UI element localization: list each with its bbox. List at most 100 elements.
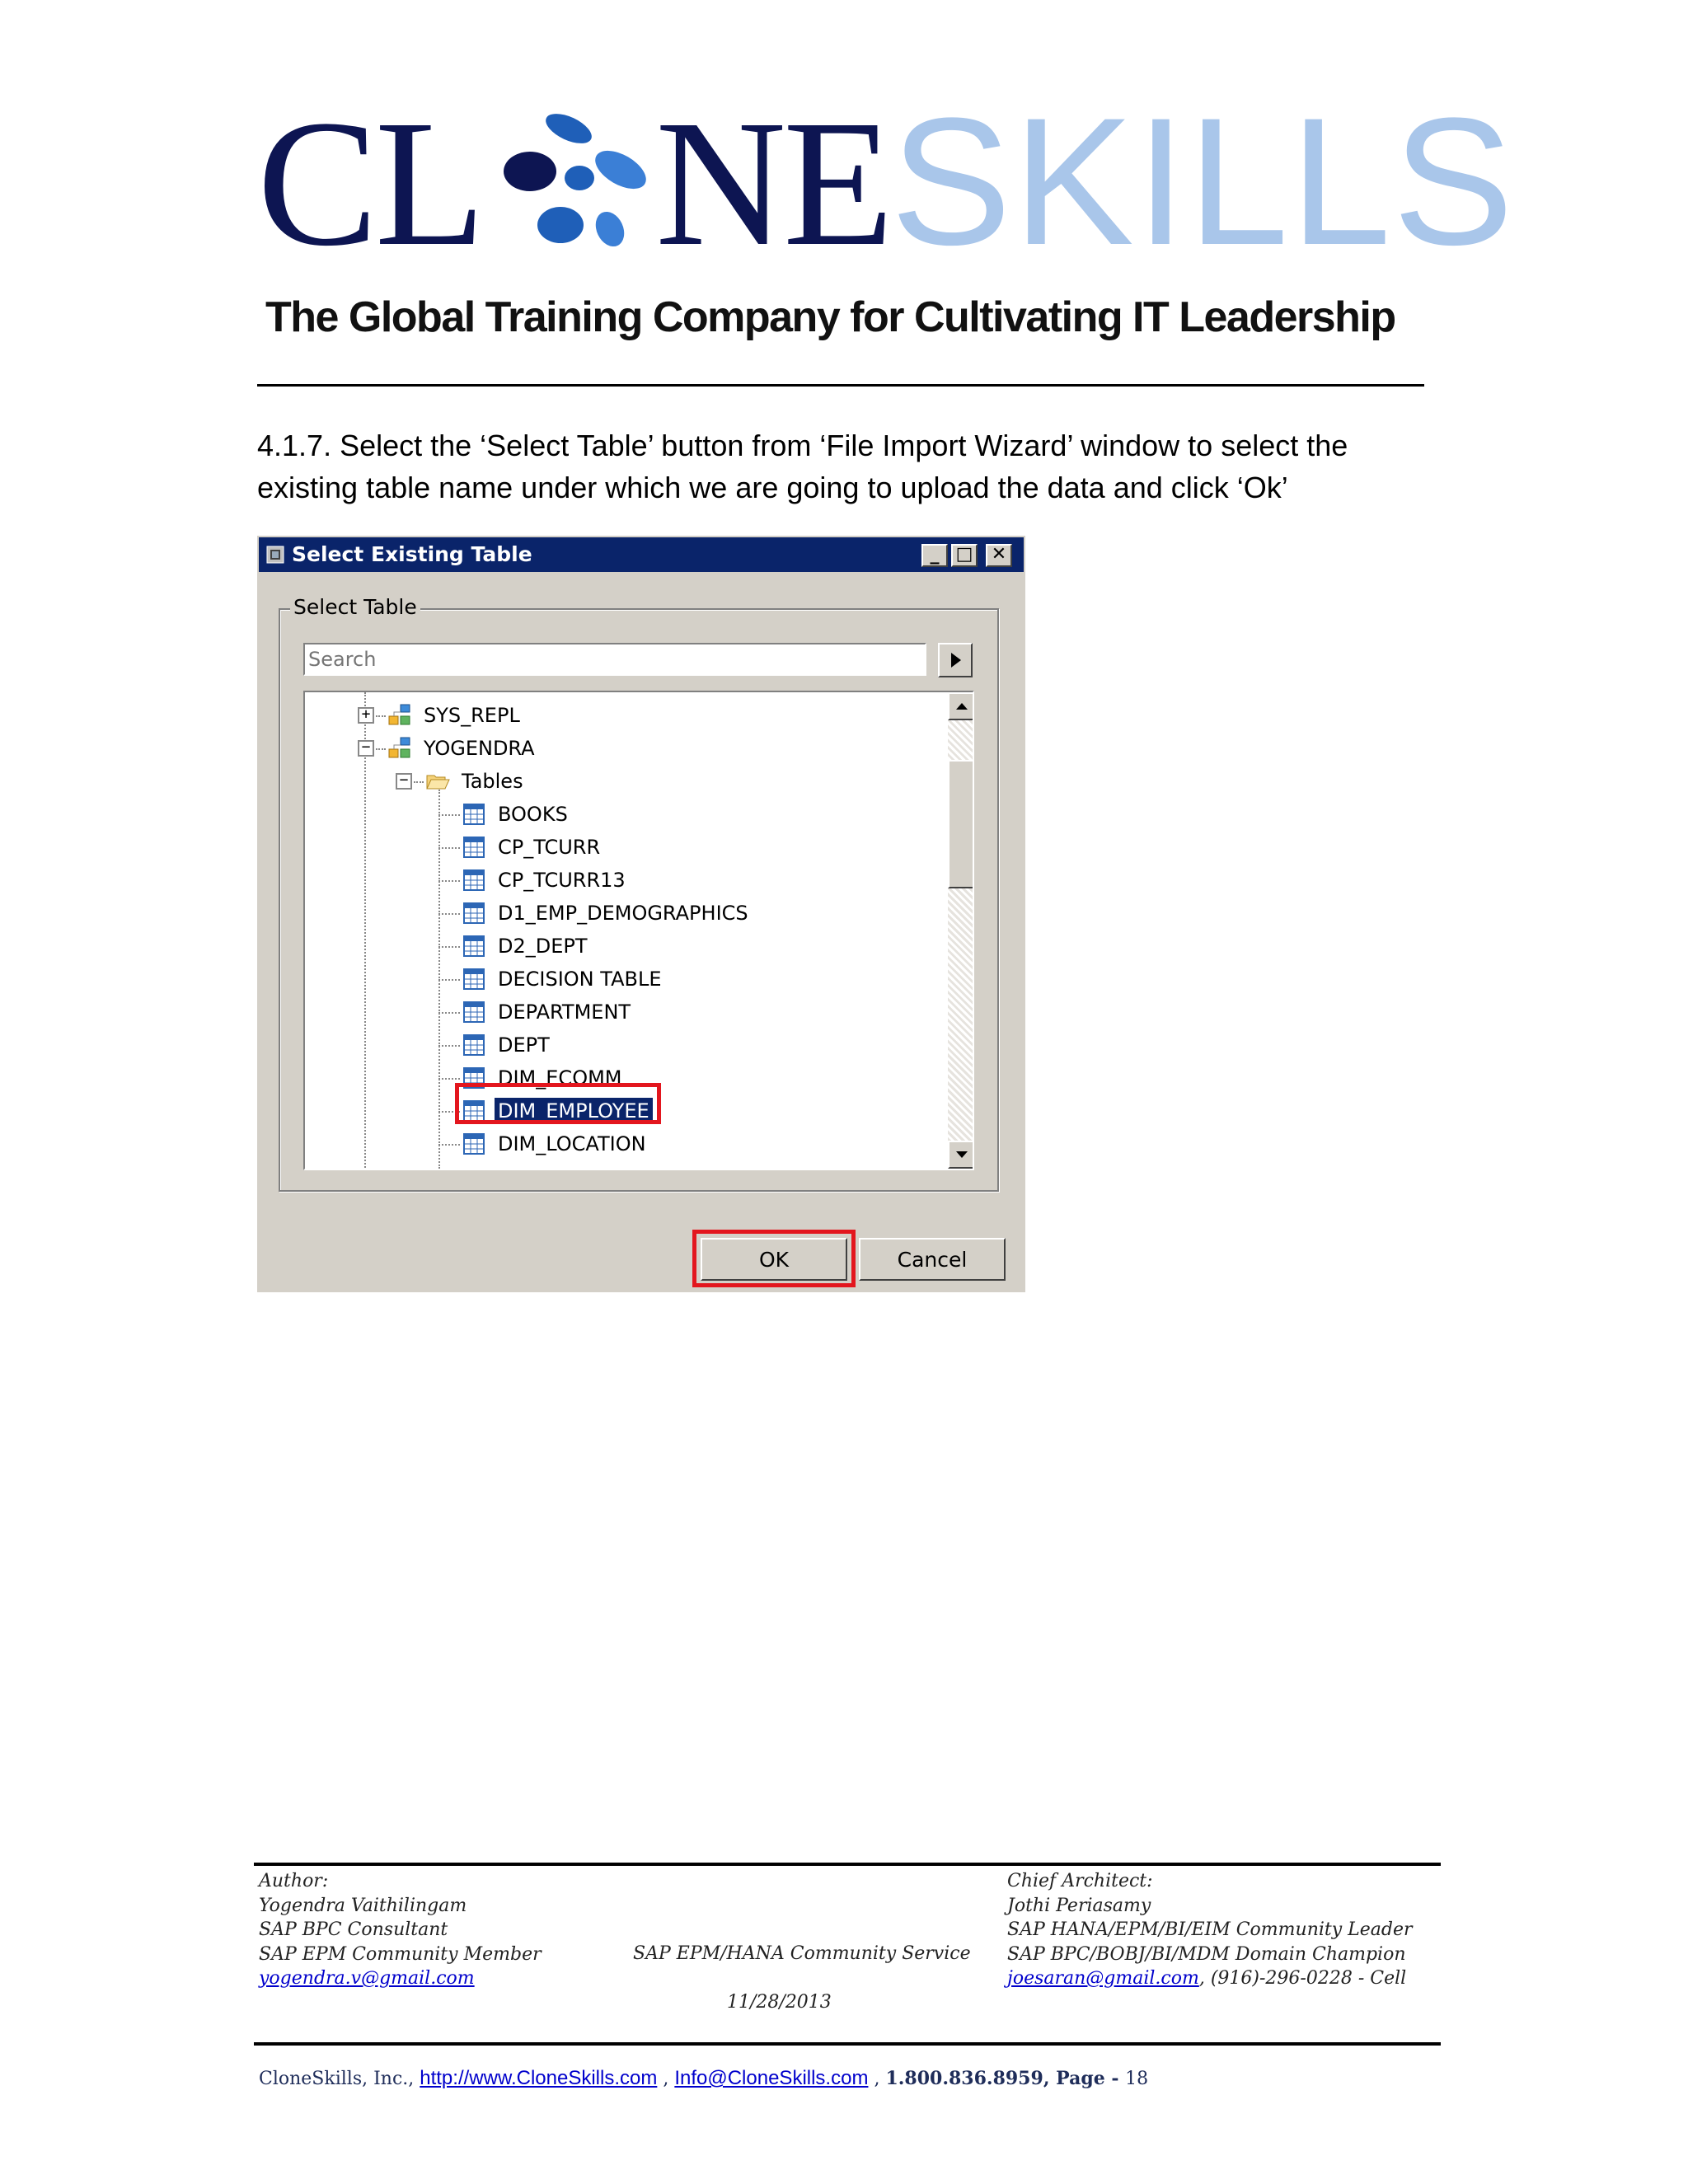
header-divider xyxy=(257,384,1424,387)
tree-connector xyxy=(438,1045,460,1047)
close-button[interactable]: ✕ xyxy=(986,544,1012,567)
schema-icon xyxy=(387,736,412,761)
logo-text-skills: SKILLS xyxy=(890,80,1516,283)
logo-wordmark: CL NESKILLS xyxy=(257,91,1515,274)
footer-architect: Chief Architect: Jothi Periasamy SAP HAN… xyxy=(1007,1869,1413,1991)
author-role: SAP BPC Consultant xyxy=(259,1919,448,1940)
tree-node-yogendra[interactable]: YOGENDRA xyxy=(387,732,538,765)
search-input[interactable] xyxy=(305,644,925,674)
author-membership: SAP EPM Community Member xyxy=(259,1943,542,1965)
page-prefix: , Page - xyxy=(1043,2068,1126,2089)
separator: , xyxy=(868,2069,886,2089)
tree-connector xyxy=(438,847,460,849)
tree-connector xyxy=(376,748,386,750)
tree-node-label: CP_TCURR13 xyxy=(498,869,626,892)
search-field[interactable] xyxy=(303,643,926,676)
scroll-thumb[interactable] xyxy=(948,760,973,888)
tree-node-label: SYS_REPL xyxy=(424,704,520,727)
architect-role: SAP HANA/EPM/BI/EIM Community Leader xyxy=(1007,1919,1413,1940)
table-icon xyxy=(462,868,486,893)
scroll-down-button[interactable] xyxy=(948,1141,973,1169)
tree-connector xyxy=(438,913,460,915)
footer-date: 11/28/2013 xyxy=(727,1992,832,2013)
tree-scrollbar[interactable] xyxy=(948,692,973,1169)
architect-name: Jothi Periasamy xyxy=(1007,1895,1151,1916)
tree-node-label: DEPARTMENT xyxy=(498,1001,631,1024)
author-heading: Author: xyxy=(259,1871,329,1891)
company-phone: 1.800.836.8959 xyxy=(885,2068,1043,2089)
footer-top-rule xyxy=(254,1863,1441,1866)
architect-phone: , (916)-296-0228 - Cell xyxy=(1198,1968,1407,1989)
tree-node-d1-emp-demographics[interactable]: D1_EMP_DEMOGRAPHICS xyxy=(462,897,752,930)
tree-node-label: D2_DEPT xyxy=(498,935,588,958)
tree-node-dim-location[interactable]: DIM_LOCATION xyxy=(462,1127,649,1160)
logo-text-cl: CL xyxy=(257,82,485,284)
author-email-link[interactable]: yogendra.v@gmail.com xyxy=(259,1968,475,1989)
company-name: CloneSkills, Inc., xyxy=(259,2069,420,2089)
table-icon xyxy=(462,901,486,926)
info-email-link[interactable]: Info@CloneSkills.com xyxy=(674,2067,868,2089)
architect-heading: Chief Architect: xyxy=(1007,1871,1153,1891)
separator: , xyxy=(657,2069,675,2089)
table-icon xyxy=(462,1000,486,1024)
table-icon xyxy=(462,1132,486,1156)
app-window-icon xyxy=(265,545,285,565)
collapse-icon[interactable]: − xyxy=(358,740,374,757)
tree-node-department[interactable]: DEPARTMENT xyxy=(462,996,634,1029)
tree-node-decision-table[interactable]: DECISION TABLE xyxy=(462,963,664,996)
tree-node-label: DIM_LOCATION xyxy=(498,1132,646,1155)
search-go-button[interactable] xyxy=(938,643,973,677)
architect-email-link[interactable]: joesaran@gmail.com xyxy=(1007,1968,1199,1989)
tree-connector xyxy=(414,781,424,783)
play-arrow-icon xyxy=(951,653,961,668)
dialog-titlebar[interactable]: Select Existing Table _ □ ✕ xyxy=(259,537,1024,572)
footer-service: SAP EPM/HANA Community Service xyxy=(633,1943,971,1964)
collapse-icon[interactable]: − xyxy=(396,773,412,790)
table-icon xyxy=(462,967,486,991)
schema-icon xyxy=(387,703,412,728)
website-link[interactable]: http://www.CloneSkills.com xyxy=(420,2067,657,2089)
maximize-button[interactable]: □ xyxy=(951,544,978,567)
footer-contact-line: CloneSkills, Inc., http://www.CloneSkill… xyxy=(259,2067,1148,2090)
cloneskills-logo: CL NESKILLS xyxy=(257,91,1513,274)
page-number: 18 xyxy=(1125,2069,1149,2089)
scroll-up-button[interactable] xyxy=(948,692,973,720)
author-name: Yogendra Vaithilingam xyxy=(259,1895,467,1916)
tree-connector xyxy=(438,946,460,948)
tree-node-label: YOGENDRA xyxy=(424,737,535,760)
tree-node-tables[interactable]: Tables xyxy=(425,765,527,798)
company-tagline: The Global Training Company for Cultivat… xyxy=(265,293,1396,341)
logo-text-ne: NE xyxy=(655,82,893,284)
tree-node-d2-dept[interactable]: D2_DEPT xyxy=(462,930,591,963)
dialog-title: Select Existing Table xyxy=(292,542,532,566)
tree-connector xyxy=(438,1078,460,1080)
tree-node-cp-tcurr[interactable]: CP_TCURR xyxy=(462,831,603,864)
logo-dots-icon xyxy=(482,105,655,262)
selection-highlight-callout xyxy=(455,1083,661,1124)
table-icon xyxy=(462,802,486,827)
tree-node-label: D1_EMP_DEMOGRAPHICS xyxy=(498,902,748,925)
minimize-button[interactable]: _ xyxy=(921,544,948,567)
tree-node-sys-repl[interactable]: SYS_REPL xyxy=(387,699,523,732)
tree-node-cp-tcurr13[interactable]: CP_TCURR13 xyxy=(462,864,629,897)
arrow-up-icon xyxy=(956,703,968,710)
tree-guide-line xyxy=(364,692,366,1169)
tree-connector xyxy=(438,814,460,816)
tree-connector xyxy=(376,715,386,717)
tree-node-label: DECISION TABLE xyxy=(498,968,662,991)
tree-node-dept[interactable]: DEPT xyxy=(462,1029,553,1062)
tree-node-label: CP_TCURR xyxy=(498,836,601,859)
folder-icon xyxy=(425,769,450,794)
tree-connector xyxy=(438,880,460,882)
arrow-down-icon xyxy=(956,1151,968,1158)
table-icon xyxy=(462,1033,486,1057)
expand-icon[interactable]: + xyxy=(358,707,374,724)
cancel-button[interactable]: Cancel xyxy=(859,1238,1006,1281)
select-existing-table-dialog: Select Existing Table _ □ ✕ Select Table… xyxy=(257,536,1025,1292)
tree-node-books[interactable]: BOOKS xyxy=(462,798,571,831)
table-icon xyxy=(462,934,486,958)
select-table-group-label: Select Table xyxy=(290,595,420,619)
tree-connector xyxy=(438,1144,460,1146)
tree-node-label: BOOKS xyxy=(498,803,568,826)
tree-connector xyxy=(438,1012,460,1014)
